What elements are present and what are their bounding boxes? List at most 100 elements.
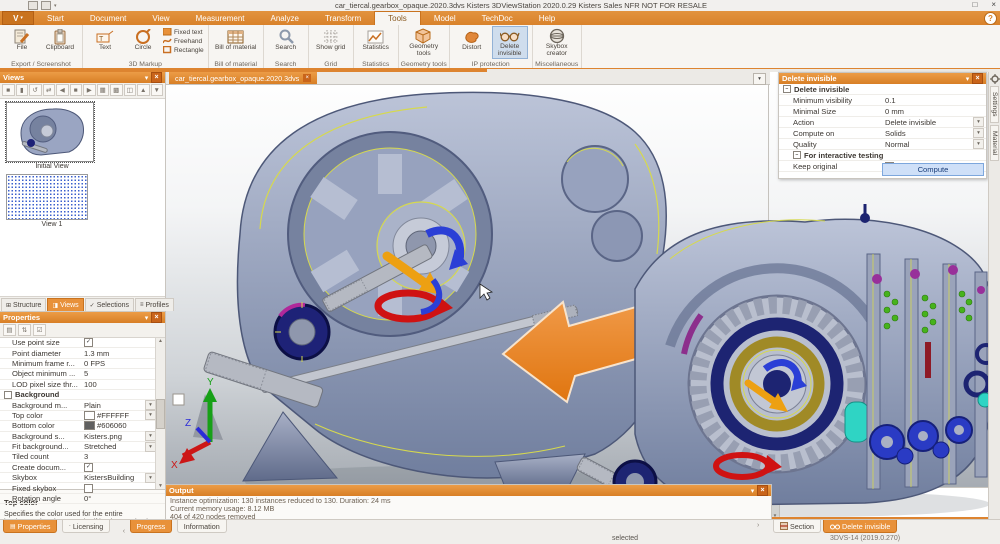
checkbox-unchecked[interactable]: [84, 484, 93, 493]
markup-freehand-button[interactable]: Freehand: [163, 37, 204, 45]
tab-view[interactable]: View: [139, 11, 182, 25]
tab-analyze[interactable]: Analyze: [258, 11, 312, 25]
views-toolbar-button-3[interactable]: ⇄: [43, 84, 56, 96]
prop-row-skybox[interactable]: Skybox KistersBuilding ▾: [0, 473, 165, 483]
properties-scrollbar[interactable]: ▲ ▼: [155, 338, 165, 489]
row-action[interactable]: Action Delete invisible ▾: [779, 117, 986, 128]
statistics-button[interactable]: Statistics: [358, 26, 394, 59]
right-tab-material[interactable]: Material: [990, 125, 999, 161]
prop-row-fit-background[interactable]: Fit background... Stretched ▾: [0, 442, 165, 452]
prop-row-bottom-color[interactable]: Bottom color #606060: [0, 421, 165, 431]
prop-row-top-color[interactable]: Top color #FFFFFF ▾: [0, 411, 165, 421]
dropdown-icon[interactable]: ▾: [973, 128, 984, 138]
markup-rectangle-button[interactable]: Rectangle: [163, 46, 204, 54]
prop-row-lod-pixel-size[interactable]: LOD pixel size thr... 100: [0, 380, 165, 390]
views-toolbar-button-5[interactable]: ■: [70, 84, 83, 96]
for-interactive-testing-group[interactable]: − For interactive testing: [779, 150, 986, 161]
row-compute-on[interactable]: Compute on Solids ▾: [779, 128, 986, 139]
scrollbar-thumb[interactable]: [156, 399, 165, 429]
row-minimal-size[interactable]: Minimal Size 0 mm: [779, 106, 986, 117]
scroll-down-icon[interactable]: ▼: [158, 483, 163, 489]
scroll-up-icon[interactable]: ▲: [158, 338, 163, 344]
row-minimum-visibility[interactable]: Minimum visibility 0.1: [779, 95, 986, 106]
close-delete-invisible-icon[interactable]: ×: [972, 73, 983, 84]
sort-icon[interactable]: ⇅: [18, 324, 31, 336]
row-quality[interactable]: Quality Normal ▾: [779, 139, 986, 150]
prop-group-background[interactable]: Background: [0, 390, 165, 400]
delete-invisible-group[interactable]: − Delete invisible: [779, 84, 986, 95]
bottom-tab-section[interactable]: Section: [773, 520, 821, 533]
view-item-1[interactable]: View 1: [6, 174, 98, 228]
color-swatch-grey[interactable]: [84, 421, 95, 430]
right-tab-settings[interactable]: Settings: [990, 86, 999, 123]
tab-profiles[interactable]: ≡ Profiles: [135, 298, 174, 311]
views-toolbar-button-2[interactable]: ↺: [29, 84, 42, 96]
compute-button[interactable]: Compute: [882, 163, 984, 176]
gearbox-left[interactable]: [203, 92, 666, 490]
bottom-tab-properties[interactable]: ▤ Properties: [3, 520, 57, 533]
tab-tools[interactable]: Tools: [374, 11, 421, 25]
tab-document[interactable]: Document: [77, 11, 139, 25]
tab-selections[interactable]: ✓ Selections: [85, 298, 134, 311]
collapse-icon[interactable]: −: [783, 85, 791, 93]
views-toolbar-button-9[interactable]: ◫: [124, 84, 137, 96]
checkbox-checked[interactable]: ✓: [84, 338, 93, 347]
app-menu-button[interactable]: V ▾: [2, 11, 34, 25]
filter-checked-icon[interactable]: ☑: [33, 324, 46, 336]
view-item-initial[interactable]: Initial View: [6, 102, 98, 170]
collapse-icon[interactable]: −: [793, 151, 801, 159]
views-toolbar-button-1[interactable]: ▮: [16, 84, 29, 96]
views-toolbar-button-6[interactable]: ▶: [83, 84, 96, 96]
help-button[interactable]: ?: [984, 12, 997, 25]
prop-row-object-minimum[interactable]: Object minimum ... 5: [0, 369, 165, 379]
bottom-tab-delete-invisible[interactable]: Delete invisible: [823, 520, 897, 533]
clipboard-button[interactable]: Clipboard: [42, 26, 78, 59]
prop-row-create-document[interactable]: Create docum... ✓: [0, 463, 165, 473]
close-window-button[interactable]: ×: [991, 0, 996, 9]
dropdown-icon[interactable]: ▾: [973, 139, 984, 149]
views-toolbar-button-4[interactable]: ◀: [56, 84, 69, 96]
pin-icon[interactable]: ▾: [142, 313, 151, 322]
views-toolbar-button-7[interactable]: ▦: [97, 84, 110, 96]
bottom-tab-licensing[interactable]: · Licensing: [62, 520, 110, 533]
tab-start[interactable]: Start: [34, 11, 77, 25]
close-properties-icon[interactable]: ×: [151, 312, 162, 323]
bottom-tab-progress[interactable]: Progress: [130, 520, 173, 533]
dropdown-icon[interactable]: ▾: [973, 117, 984, 127]
tab-model[interactable]: Model: [421, 11, 469, 25]
prop-row-min-framerate[interactable]: Minimum frame r... 0 FPS: [0, 359, 165, 369]
tab-techdoc[interactable]: TechDoc: [469, 11, 526, 25]
show-grid-button[interactable]: Show grid: [313, 26, 349, 59]
tab-scroll-right[interactable]: ›: [757, 522, 759, 529]
close-views-icon[interactable]: ×: [151, 72, 162, 83]
color-swatch-white[interactable]: [84, 411, 95, 420]
pin-icon[interactable]: ▾: [748, 486, 757, 495]
tab-views[interactable]: ◨ Views: [47, 298, 83, 311]
open-icon[interactable]: [41, 1, 51, 10]
tab-measurement[interactable]: Measurement: [183, 11, 258, 25]
geometry-tools-button[interactable]: Geometry tools: [403, 26, 445, 59]
markup-text-button[interactable]: T Text: [87, 26, 123, 59]
markup-circle-button[interactable]: Circle: [125, 26, 161, 59]
search-button[interactable]: Search: [268, 26, 304, 59]
close-output-icon[interactable]: ×: [757, 485, 768, 496]
distort-button[interactable]: Distort: [454, 26, 490, 59]
collapse-icon[interactable]: [4, 391, 12, 399]
bill-of-material-button[interactable]: Bill of material: [213, 26, 259, 59]
delete-invisible-button[interactable]: Delete invisible: [492, 26, 528, 59]
prop-row-rotation-angle[interactable]: Rotation angle 0°: [0, 494, 165, 504]
quick-access-menu-icon[interactable]: ▾: [54, 3, 57, 9]
prop-row-point-diameter[interactable]: Point diameter 1.3 mm: [0, 348, 165, 358]
pin-icon[interactable]: ▾: [963, 74, 972, 83]
prop-row-background-mode[interactable]: Background m... Plain ▾: [0, 400, 165, 410]
bottom-tab-information[interactable]: Information: [177, 520, 227, 533]
quick-access-toolbar[interactable]: ▾: [28, 1, 57, 10]
markup-fixed-text-button[interactable]: Fixed text: [163, 28, 204, 36]
views-toolbar-button-0[interactable]: ■: [2, 84, 15, 96]
restore-window-button[interactable]: □: [972, 0, 977, 9]
views-toolbar-button-8[interactable]: ▩: [110, 84, 123, 96]
skybox-creator-button[interactable]: Skybox creator: [537, 26, 577, 59]
tab-help[interactable]: Help: [526, 11, 568, 25]
close-document-icon[interactable]: ×: [303, 74, 311, 82]
prop-row-fixed-skybox[interactable]: Fixed skybox: [0, 483, 165, 493]
